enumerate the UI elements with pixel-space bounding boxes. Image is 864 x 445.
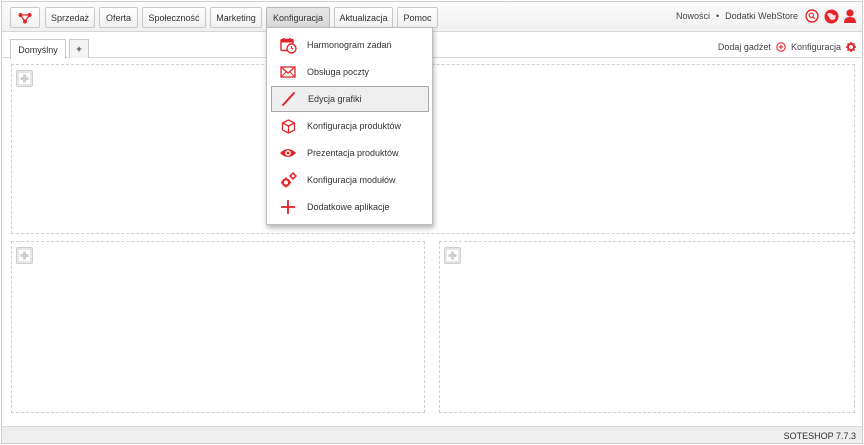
add-widget-button[interactable]	[16, 247, 33, 264]
widget-area-bottom-left	[11, 241, 425, 413]
menu-item-label: Prezentacja produktów	[307, 148, 399, 158]
globe-icon[interactable]	[823, 8, 839, 24]
nav-aktualizacja[interactable]: Aktualizacja	[334, 7, 393, 28]
envelope-icon	[279, 63, 297, 81]
home-logo-button[interactable]	[10, 7, 40, 28]
menu-item-label: Obsługa poczty	[307, 67, 370, 77]
version-label: SOTESHOP 7.7.3	[783, 431, 856, 441]
gear-icon[interactable]	[846, 42, 856, 52]
add-tab-button[interactable]: +	[69, 39, 89, 58]
menu-item-konfiguracja-modulow[interactable]: Konfiguracja modułów	[271, 167, 429, 193]
plus-square-icon	[447, 250, 458, 261]
menu-item-obsluga-poczty[interactable]: Obsługa poczty	[271, 59, 429, 85]
nav-pomoc[interactable]: Pomoc	[397, 7, 438, 28]
calendar-clock-icon	[279, 36, 297, 54]
gadget-links: Dodaj gadżet Konfiguracja	[718, 42, 856, 52]
plus-icon	[279, 198, 297, 216]
box-icon	[279, 117, 297, 135]
nav-oferta[interactable]: Oferta	[99, 7, 138, 28]
add-gadget-link[interactable]: Dodaj gadżet	[718, 42, 771, 52]
add-circle-icon[interactable]	[776, 42, 786, 52]
konfiguracja-dropdown-menu: Harmonogram zadań Obsługa poczty Edycja …	[266, 27, 433, 225]
nav-sprzedaz[interactable]: Sprzedaż	[45, 7, 95, 28]
footer: SOTESHOP 7.7.3	[2, 426, 862, 443]
webstore-link[interactable]: Dodatki WebStore	[725, 11, 798, 21]
menu-item-harmonogram[interactable]: Harmonogram zadań	[271, 32, 429, 58]
plus-square-icon	[19, 250, 30, 261]
menu-item-dodatkowe-aplikacje[interactable]: Dodatkowe aplikacje	[271, 194, 429, 220]
menu-item-edycja-grafiki[interactable]: Edycja grafiki	[271, 86, 429, 112]
pencil-icon	[280, 90, 298, 108]
user-icon[interactable]	[842, 8, 858, 24]
nav-marketing[interactable]: Marketing	[210, 7, 262, 28]
eye-icon	[279, 144, 297, 162]
gadget-config-link[interactable]: Konfiguracja	[791, 42, 841, 52]
news-link[interactable]: Nowości	[676, 11, 710, 21]
menu-item-prezentacja-produktow[interactable]: Prezentacja produktów	[271, 140, 429, 166]
link-separator: •	[715, 11, 720, 21]
menu-item-konfiguracja-produktow[interactable]: Konfiguracja produktów	[271, 113, 429, 139]
nav-konfiguracja[interactable]: Konfiguracja	[266, 7, 330, 28]
menu-item-label: Harmonogram zadań	[307, 40, 392, 50]
add-widget-button[interactable]	[444, 247, 461, 264]
menu-item-label: Dodatkowe aplikacje	[307, 202, 390, 212]
admin-window: Sprzedaż Oferta Społeczność Marketing Ko…	[1, 1, 863, 444]
menu-item-label: Konfiguracja produktów	[307, 121, 402, 131]
top-links: Nowości • Dodatki WebStore	[676, 11, 798, 21]
widget-area-bottom-right	[439, 241, 855, 413]
nav-spolecznosc[interactable]: Społeczność	[142, 7, 206, 28]
gears-icon	[279, 171, 297, 189]
search-icon[interactable]	[804, 8, 820, 24]
plus-square-icon	[19, 73, 30, 84]
add-widget-button[interactable]	[16, 70, 33, 87]
menu-item-label: Edycja grafiki	[308, 94, 362, 104]
menu-item-label: Konfiguracja modułów	[307, 175, 396, 185]
tab-domyslny[interactable]: Domyślny	[10, 39, 66, 59]
top-icons	[804, 8, 858, 24]
network-logo-icon	[18, 12, 32, 23]
widget-area-top	[11, 64, 855, 234]
